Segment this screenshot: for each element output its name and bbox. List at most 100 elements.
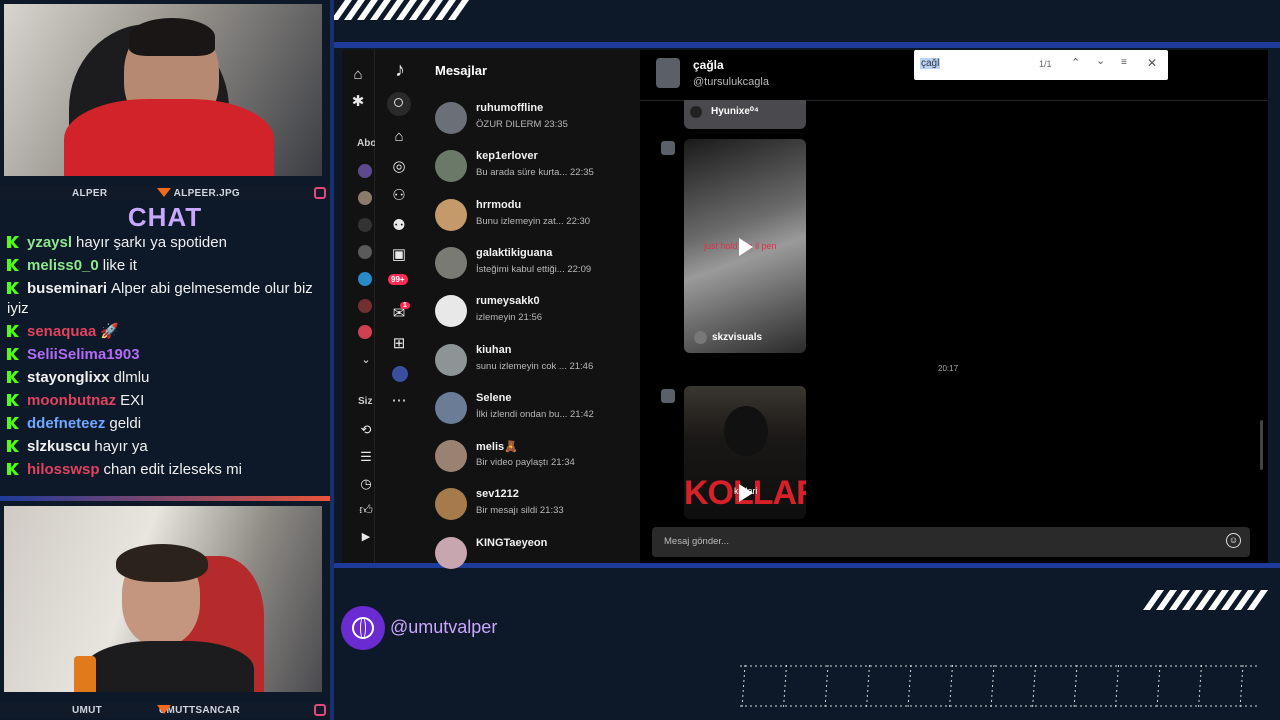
webcam-alper — [4, 4, 322, 176]
chat-username[interactable]: buseminari — [27, 280, 107, 297]
following-avatar[interactable] — [358, 191, 372, 205]
chat-pane: çağla @tursulukcagla Hyunixe⁰⁴ just hold… — [640, 50, 1268, 563]
following-avatar[interactable] — [358, 218, 372, 232]
author-avatar — [690, 106, 702, 118]
chat-text: like it — [102, 257, 137, 274]
globe-icon — [352, 617, 374, 639]
message-input[interactable]: Mesaj gönder... ☺ — [652, 527, 1250, 557]
contact-avatar[interactable] — [656, 58, 680, 88]
preview-time: 22:09 — [564, 263, 592, 275]
friends-icon[interactable]: ⚉ — [390, 218, 408, 234]
clock-icon[interactable]: ◷ — [357, 476, 375, 492]
chat-username[interactable]: ddefneteez — [27, 415, 105, 432]
kick-chat: CHAT yzaysl hayır şarkı ya spotiden meliss… — [0, 202, 330, 496]
home-icon[interactable]: ⌂ — [390, 129, 408, 145]
conversation-avatar — [435, 295, 467, 328]
chevron-up-icon[interactable]: ⌃ — [1071, 56, 1080, 69]
conversation-item[interactable]: rumeysakk0 izlemeyin 21:56 — [435, 291, 635, 335]
compass-icon[interactable]: ◎ — [390, 159, 408, 175]
chat-message: hilosswsp chan edit izleseks mi — [0, 459, 330, 482]
chat-username[interactable]: hilosswsp — [27, 461, 100, 478]
conversation-item[interactable]: kep1erlover Bu arada süre kurta... 22:35 — [435, 146, 635, 190]
find-input[interactable]: çağl — [920, 58, 941, 69]
shared-video[interactable]: KOLLAR kollari — [684, 386, 806, 519]
chevron-down-icon[interactable]: ⌄ — [1096, 54, 1105, 67]
playlist-icon[interactable]: ☰ — [357, 449, 375, 465]
conversation-preview: Bunu izlemeyin zat... 22:30 — [476, 216, 590, 227]
profile-avatar[interactable] — [392, 366, 408, 382]
video-author: skzvisuals — [712, 332, 763, 343]
preview-time: 22:35 — [567, 167, 594, 179]
conversation-name: hrrmodu — [476, 198, 522, 211]
following-avatar[interactable] — [358, 245, 372, 259]
live-icon[interactable]: ▣ — [390, 247, 408, 263]
top-stripes — [330, 0, 470, 20]
dot-line — [1032, 664, 1036, 709]
contact-handle[interactable]: @tursulukcagla — [693, 76, 769, 88]
chat-scrollbar[interactable] — [1260, 420, 1263, 470]
conversation-name: melis🧸 — [476, 441, 518, 454]
conversation-item[interactable]: KINGTaeyeon — [435, 533, 635, 577]
conversation-item[interactable]: sev1212 Bir mesajı sildi 21:33 — [435, 484, 635, 528]
find-count: 1/1 — [1039, 59, 1052, 69]
conversation-item[interactable]: melis🧸 Bir video paylaştı 21:34 — [435, 436, 635, 480]
dot-line — [1198, 664, 1202, 709]
chat-messages: yzaysl hayır şarkı ya spotiden meliss0_0 li… — [0, 232, 330, 482]
add-friend-icon[interactable]: ⚇ — [390, 188, 408, 204]
tiktok-logo-icon[interactable]: ♪ — [391, 60, 409, 80]
conversation-item[interactable]: galaktikiguana İsteğimi kabul ettiği... 2… — [435, 243, 635, 287]
following-avatar[interactable] — [358, 299, 372, 313]
conversation-avatar — [435, 102, 467, 134]
preview-text: izlemeyin — [476, 312, 516, 324]
conversation-item[interactable]: Selene İlki izlendi ondan bu... 21:42 — [435, 388, 635, 432]
close-icon[interactable]: ✕ — [1147, 56, 1157, 70]
kick-badge-icon — [7, 348, 19, 360]
conversation-preview: Bu arada süre kurta... 22:35 — [476, 167, 594, 178]
upload-icon[interactable]: ⊞ — [390, 336, 408, 352]
streamer-hair — [129, 18, 215, 56]
conversation-item[interactable]: hrrmodu Bunu izlemeyin zat... 22:30 — [435, 195, 635, 239]
chat-username[interactable]: yzaysl — [27, 234, 72, 251]
kick-badge-icon — [7, 259, 19, 271]
shared-video[interactable]: just hold me il pen skzvisuals — [684, 139, 806, 353]
frame-top — [334, 42, 1280, 48]
explore-icon[interactable]: ✱ — [349, 94, 367, 110]
preview-time: 21:56 — [515, 312, 543, 324]
emoji-icon[interactable]: ☺ — [1226, 533, 1241, 548]
conversation-item[interactable]: kiuhan sunu izlemeyin cok ... 21:46 — [435, 340, 635, 384]
history-icon[interactable]: ⟲ — [357, 422, 375, 438]
conversation-preview: İlki izlendi ondan bu... 21:42 — [476, 409, 594, 420]
browser-left-nav: ⌂ ✱ Abo ⌄ Siz ⟲ ☰ ◷ 👍︎ ▶ — [342, 50, 376, 563]
following-avatar[interactable] — [358, 164, 372, 178]
chat-username[interactable]: SeliiSelima1903 — [27, 346, 140, 363]
following-avatar[interactable] — [358, 325, 372, 339]
chat-username[interactable]: slzkuscu — [27, 438, 90, 455]
chat-username[interactable]: stayonglixx — [27, 369, 110, 386]
conversation-avatar — [435, 391, 467, 424]
preview-text: İlki izlendi ondan bu... — [476, 408, 568, 420]
triangle-icon — [157, 705, 171, 714]
chevron-down-icon[interactable]: ⌄ — [357, 352, 375, 368]
instagram-icon — [314, 704, 326, 716]
conversation-avatar — [435, 536, 467, 569]
search-button[interactable] — [387, 92, 411, 116]
black-shirt — [84, 641, 254, 692]
home-icon[interactable]: ⌂ — [349, 67, 367, 83]
dot-line — [949, 664, 953, 709]
activity-badge[interactable]: 99+ — [388, 274, 408, 285]
streamer-hair — [116, 544, 208, 582]
like-icon[interactable]: 👍︎ — [357, 502, 375, 518]
chat-username[interactable]: meliss0_0 — [27, 257, 99, 274]
video-icon[interactable]: ▶ — [357, 529, 375, 545]
conversation-item[interactable]: ruhumoffline ÖZUR DILERM 23:35 — [435, 98, 635, 142]
chat-username[interactable]: senaquaa — [27, 323, 96, 340]
shared-video[interactable]: Hyunixe⁰⁴ — [684, 100, 806, 129]
chat-text: geldi — [109, 415, 142, 432]
preview-text: Bir mesajı sildi — [476, 505, 538, 517]
chat-username[interactable]: moonbutnaz — [27, 392, 116, 409]
contact-name[interactable]: çağla — [693, 58, 724, 72]
options-icon[interactable]: ≡ — [1121, 57, 1127, 68]
play-icon[interactable] — [739, 238, 753, 256]
more-icon[interactable]: ⋯ — [390, 393, 408, 409]
following-avatar[interactable] — [358, 272, 372, 286]
